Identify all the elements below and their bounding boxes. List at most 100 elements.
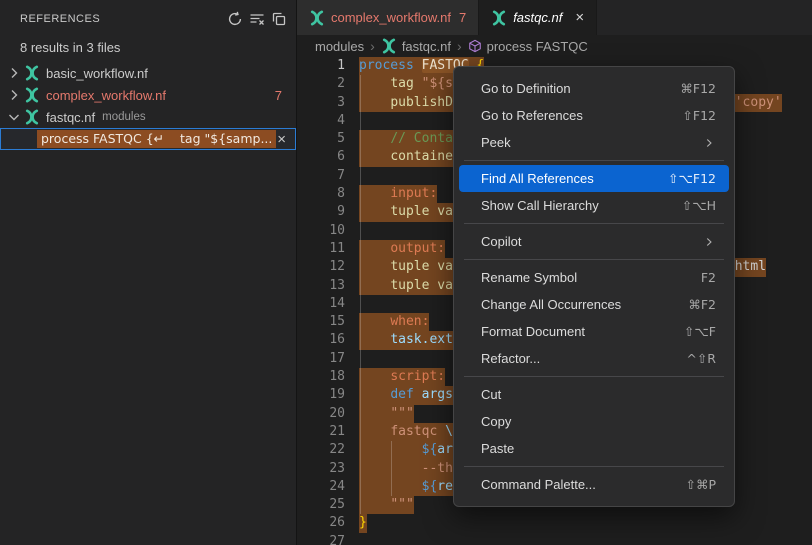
reference-range-highlight: """ [359,496,414,514]
line-number: 23 [297,460,345,478]
close-icon[interactable]: × [277,132,286,147]
tree-item-complex-workflow-nf[interactable]: complex_workflow.nf 7 [0,84,296,106]
breadcrumb-item-modules[interactable]: modules [315,39,364,54]
menu-item-cut[interactable]: Cut [459,381,729,408]
menu-item-show-call-hierarchy[interactable]: Show Call Hierarchy⇧⌥H [459,192,729,219]
menu-item-change-all-occurrences[interactable]: Change All Occurrences⌘F2 [459,291,729,318]
line-number: 7 [297,167,345,185]
menu-item-label: Command Palette... [481,477,685,492]
editor-context-menu: Go to Definition⌘F12Go to References⇧F12… [453,66,735,507]
reference-result-item[interactable]: process FASTQC {↵ tag "${samp... × [0,128,296,150]
result-count-badge: 7 [275,88,282,103]
line-number: 26 [297,514,345,532]
reference-range-highlight: } [359,514,367,532]
close-icon[interactable]: × [575,10,584,25]
symbol-icon [468,39,482,53]
menu-item-go-to-references[interactable]: Go to References⇧F12 [459,102,729,129]
results-summary: 8 results in 3 files [20,40,296,55]
code-text: script: [359,368,445,386]
submenu-chevron-icon [702,235,716,249]
code-text: fastqc \ [359,423,453,441]
nextflow-icon [491,10,507,26]
tree-item-basic-workflow-nf[interactable]: basic_workflow.nf [0,62,296,84]
breadcrumb-label: fastqc.nf [402,39,451,54]
line-number: 16 [297,331,345,349]
menu-item-rename-symbol[interactable]: Rename SymbolF2 [459,264,729,291]
tab-label: complex_workflow.nf [331,10,451,25]
menu-item-command-palette[interactable]: Command Palette...⇧⌘P [459,471,729,498]
tab-fastqc-nf[interactable]: fastqc.nf× [479,0,597,35]
copy-icon[interactable] [268,8,290,30]
menu-item-label: Show Call Hierarchy [481,198,682,213]
menu-separator [464,259,724,260]
breadcrumb-item-fastqc-nf[interactable]: fastqc.nf [381,38,451,54]
breadcrumb-item-process-fastqc[interactable]: process FASTQC [468,39,588,54]
chevron-right-icon[interactable] [6,87,22,103]
line-number: 4 [297,112,345,130]
code-text: when: [359,313,429,331]
menu-item-peek[interactable]: Peek [459,129,729,156]
menu-item-shortcut: ⇧⌥F [684,324,716,339]
code-text: """ [359,405,414,423]
menu-separator [464,223,724,224]
breadcrumb: modules›fastqc.nf›process FASTQC [297,35,812,57]
tree-item-fastqc-nf[interactable]: fastqc.nf modules [0,106,296,128]
reference-range-highlight: input: [359,185,437,203]
code-line[interactable]: 27 [297,533,812,545]
line-number: 17 [297,350,345,368]
line-number: 3 [297,94,345,112]
file-name: complex_workflow.nf [46,88,166,103]
line-number: 20 [297,405,345,423]
line-number: 18 [297,368,345,386]
menu-item-label: Paste [481,441,716,456]
tab-bar: complex_workflow.nf 7 fastqc.nf× [297,0,812,35]
menu-item-shortcut: ⇧⌥F12 [668,171,716,186]
reference-range-highlight: """ [359,405,414,423]
tab-result-badge: 7 [459,10,466,25]
menu-item-refactor[interactable]: Refactor...^⇧R [459,345,729,372]
reference-range-highlight: when: [359,313,429,331]
menu-item-shortcut: ⇧⌥H [682,198,716,213]
breadcrumb-label: process FASTQC [487,39,588,54]
menu-item-shortcut: ⌘F12 [680,81,716,96]
menu-item-label: Copilot [481,234,702,249]
menu-item-go-to-definition[interactable]: Go to Definition⌘F12 [459,75,729,102]
nextflow-icon [24,65,40,81]
menu-separator [464,160,724,161]
menu-item-format-document[interactable]: Format Document⇧⌥F [459,318,729,345]
chevron-right-icon[interactable] [6,65,22,81]
line-number: 27 [297,533,345,545]
reference-range-highlight: fastqc \ [359,423,453,441]
menu-item-label: Refactor... [481,351,686,366]
line-number: 21 [297,423,345,441]
menu-item-label: Copy [481,414,716,429]
menu-item-find-all-references[interactable]: Find All References⇧⌥F12 [459,165,729,192]
line-number: 11 [297,240,345,258]
reference-range-highlight: script: [359,368,445,386]
line-number: 15 [297,313,345,331]
references-tree: basic_workflow.nf complex_workflow.nf 7 fas… [0,62,296,128]
menu-item-copy[interactable]: Copy [459,408,729,435]
menu-item-label: Go to Definition [481,81,680,96]
references-sidebar: REFERENCES 8 results in 3 files basic_wo… [0,0,297,545]
menu-item-copilot[interactable]: Copilot [459,228,729,255]
menu-item-shortcut: F2 [701,270,716,285]
menu-item-label: Cut [481,387,716,402]
nextflow-icon [309,10,325,26]
file-folder-description: modules [102,111,145,123]
menu-item-label: Change All Occurrences [481,297,688,312]
menu-separator [464,466,724,467]
file-name: fastqc.nf [46,110,95,125]
clear-all-icon[interactable] [246,8,268,30]
code-line[interactable]: 26} [297,514,812,532]
reference-snippet: process FASTQC {↵ tag "${samp... [37,130,276,148]
reference-range-highlight: output: [359,240,445,258]
menu-separator [464,376,724,377]
tab-complex-workflow-nf[interactable]: complex_workflow.nf 7 [297,0,479,35]
refresh-icon[interactable] [224,8,246,30]
menu-item-paste[interactable]: Paste [459,435,729,462]
line-number: 5 [297,130,345,148]
chevron-down-icon[interactable] [6,109,22,125]
menu-item-label: Find All References [481,171,668,186]
breadcrumb-separator-icon: › [457,38,462,54]
